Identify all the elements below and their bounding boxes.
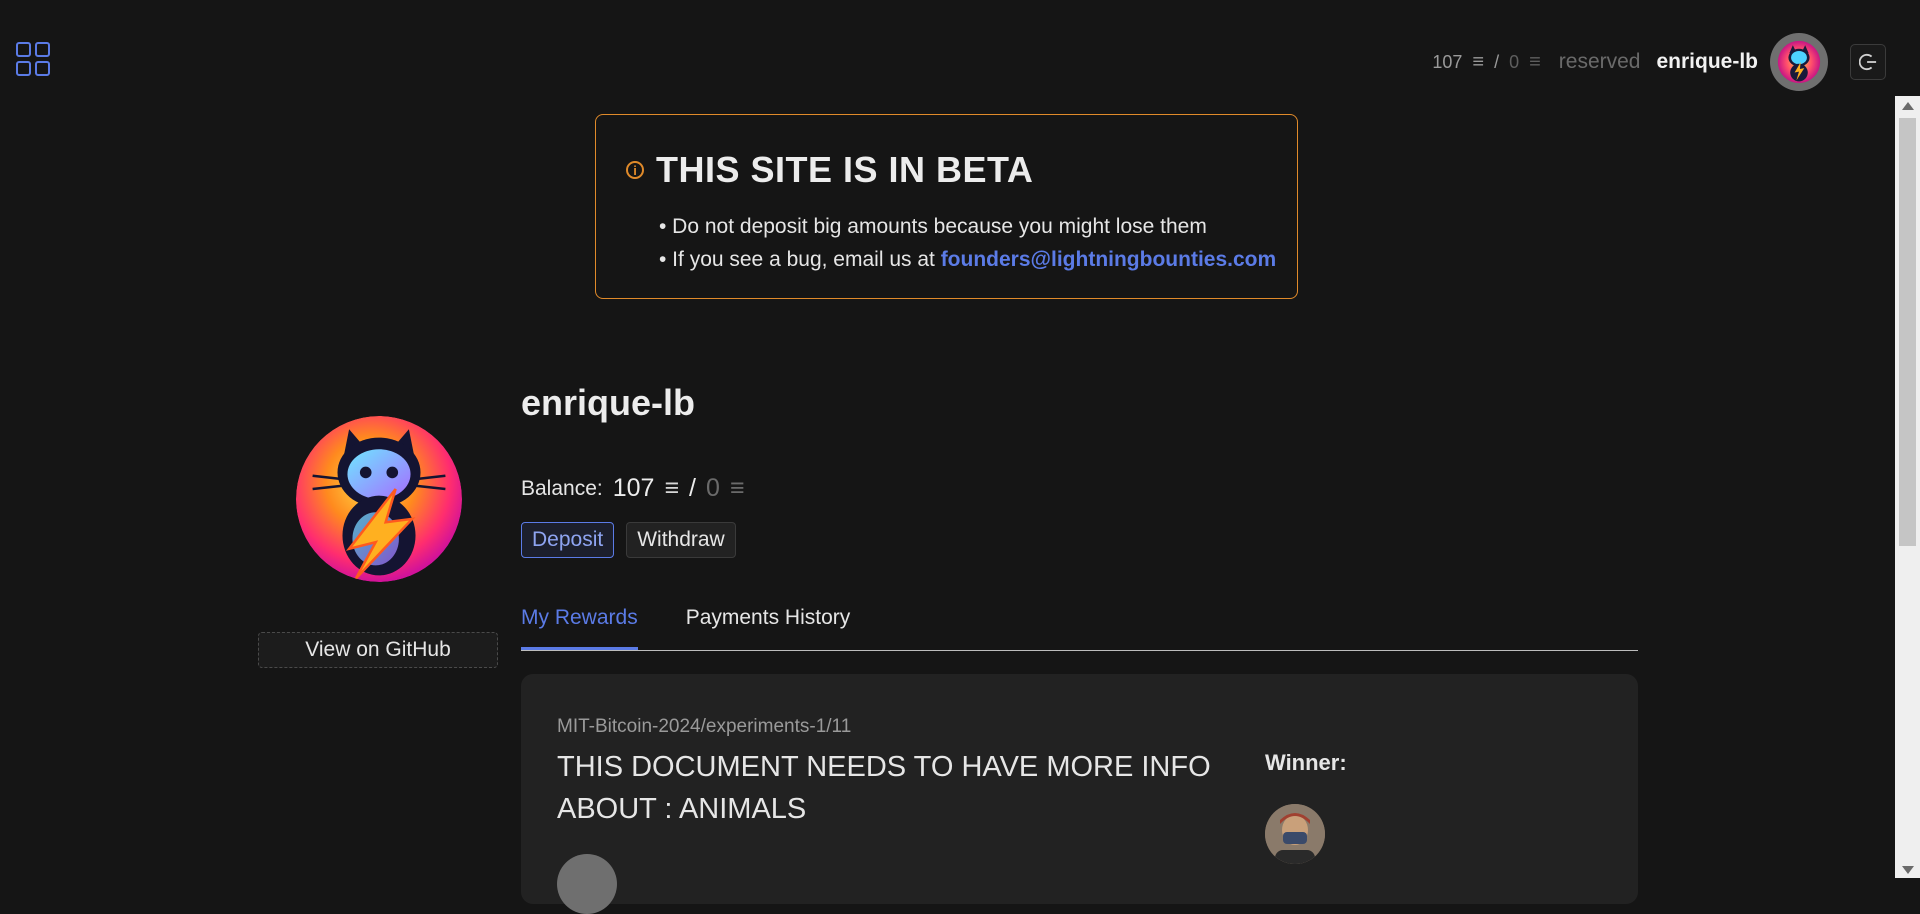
- top-balance-separator: /: [1494, 51, 1500, 72]
- beta-line-1: • Do not deposit big amounts because you…: [659, 215, 1207, 238]
- sat-icon: ≡: [1529, 50, 1541, 73]
- beta-notice: i THIS SITE IS IN BETA • Do not deposit …: [595, 114, 1298, 299]
- sat-icon: ≡: [664, 474, 680, 502]
- withdraw-button[interactable]: Withdraw: [626, 522, 736, 558]
- beta-line-2-text: • If you see a bug, email us at: [659, 248, 941, 271]
- info-icon: i: [626, 161, 644, 179]
- logout-button[interactable]: [1850, 44, 1886, 80]
- logout-icon: [1859, 53, 1877, 71]
- beta-title-row: i THIS SITE IS IN BETA: [626, 149, 1033, 191]
- balance-label: Balance:: [521, 476, 603, 500]
- balance-value: 107: [612, 474, 655, 502]
- scroll-up-arrow-icon[interactable]: [1902, 102, 1914, 110]
- reward-issue-title[interactable]: THIS DOCUMENT NEEDS TO HAVE MORE INFO AB…: [557, 746, 1237, 830]
- sat-icon: ≡: [729, 474, 745, 502]
- top-username[interactable]: enrique-lb: [1656, 50, 1758, 74]
- tab-payments-history[interactable]: Payments History: [686, 600, 851, 642]
- deposit-button[interactable]: Deposit: [521, 522, 615, 558]
- founders-email-link[interactable]: founders@lightningbounties.com: [941, 248, 1276, 271]
- view-on-github-button[interactable]: View on GitHub: [258, 632, 498, 668]
- reserved-value: 0: [706, 474, 720, 502]
- apps-grid-icon[interactable]: [16, 42, 50, 76]
- balance-row: Balance: 107 ≡ / 0 ≡: [521, 474, 745, 503]
- beta-list: • Do not deposit big amounts because you…: [659, 210, 1276, 276]
- scroll-down-arrow-icon[interactable]: [1902, 866, 1914, 874]
- winner-avatar[interactable]: [1265, 804, 1325, 864]
- grid-cell: [16, 61, 31, 76]
- cat-avatar-icon: [1777, 40, 1821, 84]
- author-avatar[interactable]: [557, 854, 617, 914]
- top-balance-value: 107: [1432, 51, 1463, 72]
- balance-separator: /: [689, 474, 696, 502]
- user-avatar[interactable]: [1770, 33, 1828, 91]
- person-avatar-icon: [1265, 804, 1325, 864]
- grid-cell: [16, 42, 31, 57]
- page-scrollbar[interactable]: [1895, 96, 1920, 878]
- sat-icon: ≡: [1472, 50, 1485, 73]
- cat-lightning-icon: [296, 416, 462, 582]
- beta-title: THIS SITE IS IN BETA: [656, 149, 1034, 190]
- top-balance: 107 ≡ / 0 ≡: [1432, 51, 1540, 74]
- grid-cell: [35, 61, 50, 76]
- reward-card[interactable]: MIT-Bitcoin-2024/experiments-1/11 THIS D…: [521, 674, 1638, 914]
- profile-username: enrique-lb: [521, 382, 696, 423]
- reward-repo[interactable]: MIT-Bitcoin-2024/experiments-1/11: [557, 716, 851, 738]
- reserved-label: reserved: [1558, 50, 1641, 73]
- grid-cell: [35, 42, 50, 57]
- top-reserved-value: 0: [1509, 51, 1520, 72]
- wallet-actions: Deposit Withdraw: [521, 522, 736, 558]
- top-bar: 107 ≡ / 0 ≡ reserved enrique-lb: [1432, 32, 1886, 92]
- beta-line-2: • If you see a bug, email us at founders…: [659, 243, 1276, 276]
- tab-my-rewards[interactable]: My Rewards: [521, 600, 638, 650]
- profile-avatar: [296, 416, 462, 582]
- scrollbar-thumb[interactable]: [1899, 118, 1916, 546]
- profile-tabs: My Rewards Payments History: [521, 600, 1638, 651]
- winner-label: Winner:: [1265, 750, 1347, 775]
